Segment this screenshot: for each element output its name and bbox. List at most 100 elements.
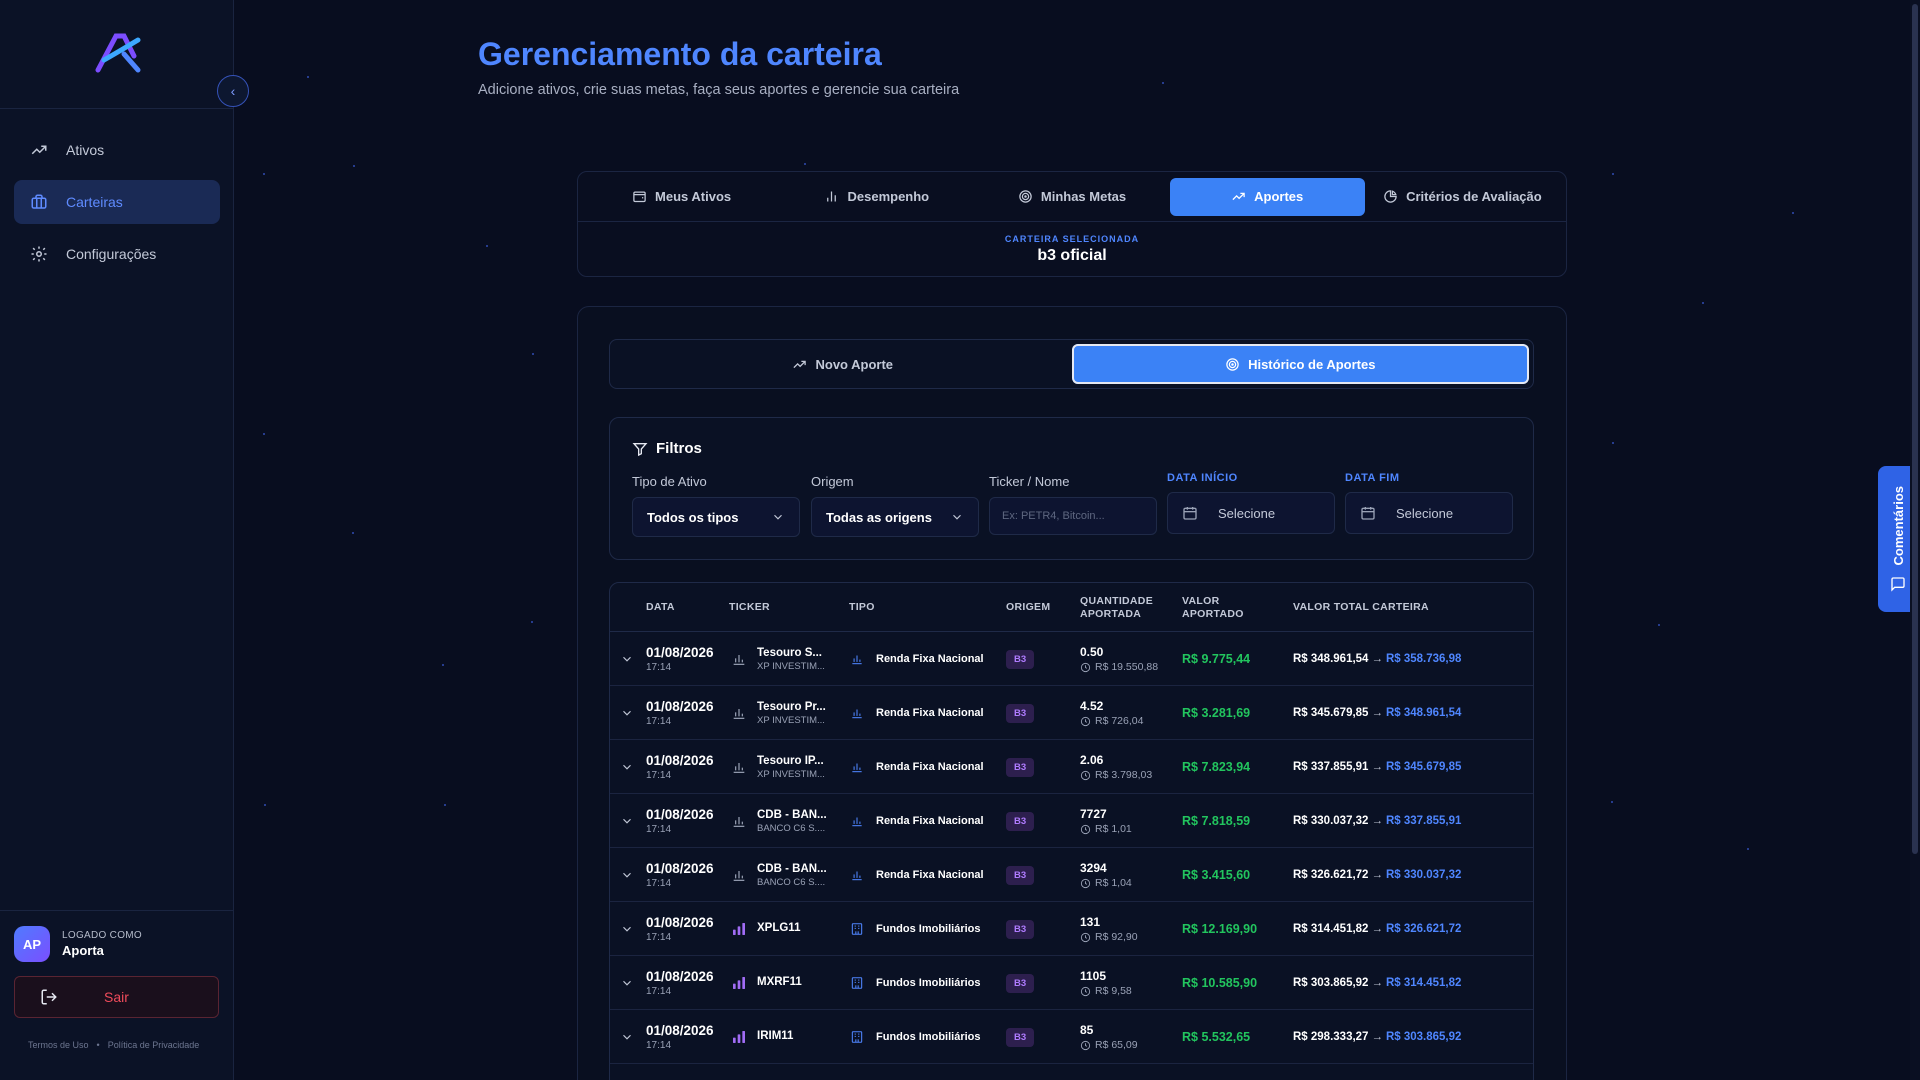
- chevron-down-icon: [623, 980, 631, 986]
- header-valor[interactable]: VALOR APORTADO: [1182, 583, 1244, 632]
- expand-row-button[interactable]: [618, 1064, 636, 1080]
- header-data[interactable]: DATA: [646, 583, 675, 632]
- expand-row-button[interactable]: [618, 848, 636, 902]
- selected-wallet: CARTEIRA SELECIONADA b3 oficial: [578, 222, 1566, 265]
- cell-ticker: [731, 1064, 757, 1080]
- cell-date: 01/08/2026 17:14: [646, 686, 714, 740]
- filter-origem-label: Origem: [811, 474, 854, 489]
- expand-row-button[interactable]: [618, 1010, 636, 1064]
- expand-row-button[interactable]: [618, 794, 636, 848]
- table-row[interactable]: 01/08/2026 17:14 XPLG11 Fundos Imobiliários…: [610, 902, 1533, 956]
- tab-criterios-avaliacao[interactable]: Critérios de Avaliação: [1365, 178, 1560, 216]
- trending-up-icon: [793, 360, 807, 368]
- tipo-select[interactable]: Todos os tipos: [632, 497, 800, 537]
- valor-aportado: R$ 7.818,59: [1182, 814, 1251, 828]
- avatar: AP: [14, 926, 50, 962]
- qty-value: 7727: [1080, 807, 1107, 821]
- cell-date: 01/08/2026: [646, 1064, 714, 1080]
- date-value: 01/08/2026: [646, 807, 714, 822]
- header-tipo[interactable]: TIPO: [849, 583, 875, 632]
- unit-price: R$ 19.550,88: [1080, 661, 1158, 673]
- user-label: LOGADO COMO: [62, 930, 142, 941]
- tipo-value: Renda Fixa Nacional: [876, 761, 984, 773]
- total-to: R$ 358.736,98: [1385, 653, 1462, 665]
- table-row[interactable]: 01/08/2026 17:14 IRIM11 Fundos Imobiliários…: [610, 1010, 1533, 1064]
- header-ticker[interactable]: TICKER: [729, 583, 770, 632]
- subtab-historico-aportes[interactable]: Histórico de Aportes: [1071, 344, 1529, 384]
- table-row[interactable]: 01/08/2026 17:14 CDB - BAN... BANCO C6 S...…: [610, 794, 1533, 848]
- cell-ticker: XPLG11: [731, 902, 800, 956]
- ticker-name: MXRF11: [757, 976, 802, 988]
- bar-chart-icon: [733, 871, 745, 881]
- table-row[interactable]: 01/08/2026 17:14 CDB - BAN... BANCO C6 S...…: [610, 848, 1533, 902]
- cell-date: 01/08/2026 17:14: [646, 740, 714, 794]
- header-quantidade[interactable]: QUANTIDADE APORTADA: [1080, 583, 1153, 632]
- header-quantidade-line2: APORTADA: [1080, 607, 1142, 620]
- cell-quantidade: 85 R$ 65,09: [1080, 1010, 1138, 1064]
- tab-aportes[interactable]: Aportes: [1169, 177, 1365, 216]
- data-fim-picker[interactable]: Selecione: [1345, 492, 1513, 534]
- origem-select[interactable]: Todas as origens: [811, 497, 979, 537]
- building-icon: [851, 977, 863, 989]
- arrow: →: [1371, 815, 1383, 827]
- purple-chart-icon: [733, 923, 745, 935]
- table-row[interactable]: 01/08/2026 108: [610, 1064, 1533, 1080]
- unit-price-value: R$ 19.550,88: [1095, 661, 1159, 673]
- valor-aportado: R$ 9.775,44: [1182, 652, 1251, 666]
- header-valor-total[interactable]: VALOR TOTAL CARTEIRA: [1293, 583, 1429, 632]
- terms-link[interactable]: Termos de Uso: [28, 1040, 89, 1050]
- table-row[interactable]: 01/08/2026 17:14 Tesouro IP... XP INVESTIM.…: [610, 740, 1533, 794]
- app-logo-icon[interactable]: [94, 32, 142, 74]
- expand-row-button[interactable]: [618, 902, 636, 956]
- unit-price: R$ 1,04: [1080, 877, 1132, 889]
- ticker-name: Tesouro Pr...: [757, 700, 826, 713]
- bar-chart-icon: [852, 871, 862, 881]
- table-row[interactable]: 01/08/2026 17:14 Tesouro Pr... XP INVESTIM.…: [610, 686, 1533, 740]
- origem-badge: B3: [1006, 865, 1035, 885]
- unit-price-value: R$ 65,09: [1095, 1039, 1138, 1051]
- sidebar-item-carteiras[interactable]: Carteiras: [14, 180, 220, 224]
- header-origem[interactable]: ORIGEM: [1006, 583, 1050, 632]
- table-row[interactable]: 01/08/2026 17:14 MXRF11 Fundos Imobiliários…: [610, 956, 1533, 1010]
- tab-minhas-metas[interactable]: Minhas Metas: [974, 178, 1169, 216]
- filter-data-inicio: DATA INÍCIO Selecione: [1167, 472, 1335, 534]
- collapse-sidebar-button[interactable]: ‹: [217, 75, 249, 107]
- privacy-link[interactable]: Política de Privacidade: [108, 1040, 200, 1050]
- selected-wallet-label: CARTEIRA SELECIONADA: [1004, 234, 1140, 244]
- cell-valor-aportado: R$ 5.532,65: [1182, 1010, 1250, 1064]
- page-scrollbar-thumb[interactable]: [1912, 4, 1918, 854]
- expand-row-button[interactable]: [618, 956, 636, 1010]
- tab-desempenho[interactable]: Desempenho: [779, 178, 974, 216]
- subtab-novo-aporte[interactable]: Novo Aporte: [614, 344, 1072, 384]
- ticker-search-input[interactable]: [989, 497, 1157, 535]
- cell-origem: B3: [1006, 848, 1035, 902]
- cell-date: 01/08/2026 17:14: [646, 902, 714, 956]
- chevron-down-icon: [623, 764, 631, 770]
- sidebar-item-ativos[interactable]: Ativos: [14, 128, 220, 172]
- logout-button[interactable]: Sair: [14, 976, 219, 1018]
- tab-meus-ativos[interactable]: Meus Ativos: [584, 178, 779, 216]
- cell-tipo: Renda Fixa Nacional: [850, 686, 984, 740]
- qty-value: 3294: [1080, 861, 1107, 875]
- target-icon: [1019, 190, 1032, 203]
- origem-badge: B3: [1006, 1027, 1035, 1047]
- qty-value: 0.50: [1080, 645, 1104, 659]
- logout-icon: [41, 989, 57, 1005]
- total-to: R$ 330.037,32: [1385, 869, 1462, 881]
- expand-row-button[interactable]: [618, 740, 636, 794]
- building-icon: [851, 1031, 863, 1043]
- origem-badge: B3: [1006, 919, 1035, 939]
- table-row[interactable]: 01/08/2026 17:14 Tesouro S... XP INVESTIM..…: [610, 632, 1533, 686]
- qty-value: 2.06: [1080, 753, 1104, 767]
- valor-aportado: R$ 3.281,69: [1182, 706, 1251, 720]
- cell-valor-aportado: R$ 7.823,94: [1182, 740, 1250, 794]
- expand-row-button[interactable]: [618, 632, 636, 686]
- filter-ticker-label: Ticker / Nome: [989, 474, 1070, 489]
- cell-quantidade: 7727 R$ 1,01: [1080, 794, 1132, 848]
- cell-quantidade: 3294 R$ 1,04: [1080, 848, 1132, 902]
- expand-row-button[interactable]: [618, 686, 636, 740]
- data-inicio-picker[interactable]: Selecione: [1167, 492, 1335, 534]
- clock-icon: [1080, 932, 1091, 942]
- sidebar-item-configuracoes[interactable]: Configurações: [14, 232, 220, 276]
- cell-quantidade: 131 R$ 92,90: [1080, 902, 1138, 956]
